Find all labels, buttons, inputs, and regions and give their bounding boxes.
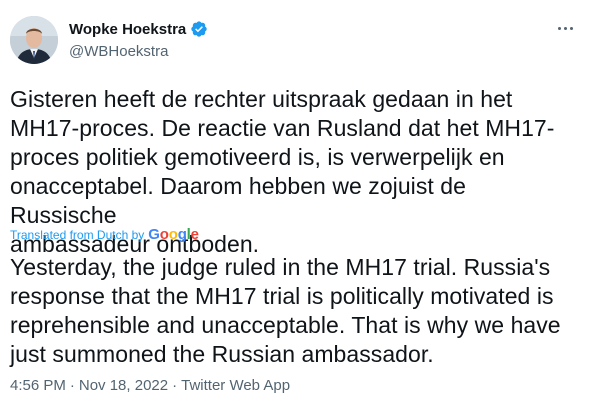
tweet-card: Wopke Hoekstra @WBHoekstra Gisteren heef… [0,0,591,410]
author-name[interactable]: Wopke Hoekstra [69,21,186,38]
translation-text: Yesterday, the judge ruled in the MH17 t… [10,254,561,367]
google-logo: Google [148,226,199,243]
tweet-time[interactable]: 4:56 PM [10,377,66,394]
translated-label[interactable]: Translated from Dutch by [10,228,144,242]
verified-badge-icon [191,21,207,37]
meta-separator: · [69,377,75,394]
author-handle[interactable]: @WBHoekstra [69,43,168,60]
tweet-source[interactable]: Twitter Web App [181,377,290,394]
more-options-icon[interactable] [553,16,577,40]
translation-attribution[interactable]: Translated from Dutch by Google [10,226,199,243]
tweet-date[interactable]: Nov 18, 2022 [79,377,168,394]
author-name-row[interactable]: Wopke Hoekstra [69,20,208,38]
tweet-meta: 4:56 PM · Nov 18, 2022 · Twitter Web App [10,377,290,394]
meta-separator: · [172,377,178,394]
avatar[interactable] [10,16,58,64]
